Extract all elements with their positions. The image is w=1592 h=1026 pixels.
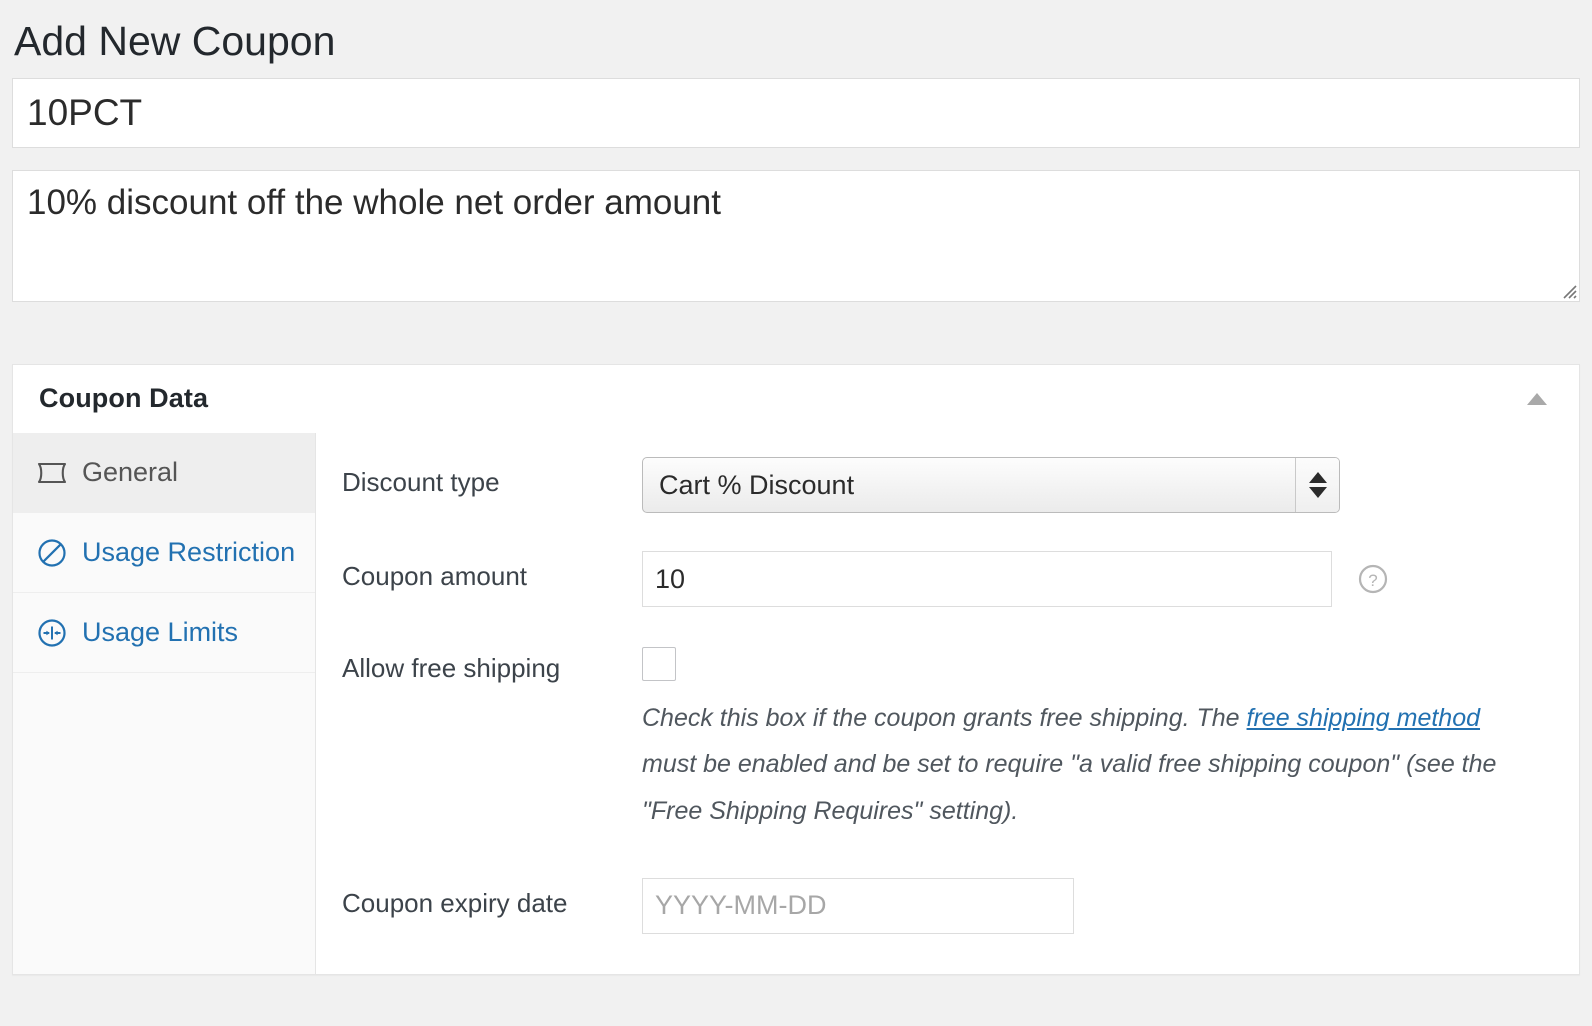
coupon-code-field-wrapper (12, 78, 1580, 149)
limit-arrows-icon (37, 618, 67, 648)
discount-type-control: Cart % Discount (642, 457, 1549, 514)
coupon-amount-label: Coupon amount (342, 561, 528, 592)
coupon-description-input[interactable]: 10% discount off the whole net order amo… (12, 170, 1580, 303)
ticket-icon (37, 458, 67, 488)
free-shipping-method-link[interactable]: free shipping method (1247, 704, 1480, 732)
tab-general-label: General (82, 457, 179, 488)
tab-general[interactable]: General (13, 433, 315, 514)
free-shipping-description-part1: Check this box if the coupon grants free… (642, 704, 1247, 733)
free-shipping-description-part2: must be enabled and be set to require "a… (642, 750, 1497, 825)
coupon-amount-input[interactable] (642, 551, 1332, 608)
free-shipping-description: Check this box if the coupon grants free… (642, 695, 1522, 834)
coupon-expiry-date-input[interactable] (642, 877, 1074, 934)
coupon-expiry-date-control (642, 877, 1549, 934)
coupon-data-title: Coupon Data (39, 383, 209, 414)
coupon-data-tabs: General Usage Restriction Usage Limits (13, 433, 316, 974)
tab-usage-restriction[interactable]: Usage Restriction (13, 513, 315, 594)
discount-type-row: Discount type Cart % Discount (342, 457, 1549, 514)
coupon-data-body: General Usage Restriction Usage Limits D… (13, 433, 1579, 974)
coupon-code-input[interactable] (12, 78, 1580, 149)
coupon-amount-row: Coupon amount ? (342, 551, 1549, 608)
triangle-up-icon[interactable] (1519, 381, 1555, 417)
discount-type-label: Discount type (342, 467, 500, 498)
coupon-expiry-date-row: Coupon expiry date (342, 877, 1549, 934)
allow-free-shipping-checkbox[interactable] (642, 647, 676, 682)
allow-free-shipping-row: Allow free shipping Check this box if th… (342, 643, 1549, 834)
add-new-coupon-page: Add New Coupon 10% discount off the whol… (0, 0, 1592, 1026)
tab-usage-limits-label: Usage Limits (82, 617, 239, 648)
allow-free-shipping-control: Check this box if the coupon grants free… (642, 643, 1549, 834)
allow-free-shipping-label: Allow free shipping (342, 653, 561, 684)
svg-text:?: ? (1368, 571, 1377, 590)
discount-type-select[interactable]: Cart % Discount (642, 457, 1340, 514)
tab-usage-restriction-label: Usage Restriction (82, 537, 296, 568)
page-title: Add New Coupon (14, 18, 336, 64)
coupon-amount-control: ? (642, 551, 1549, 608)
coupon-data-panel-header: Coupon Data (13, 365, 1579, 434)
tab-usage-limits[interactable]: Usage Limits (13, 593, 315, 674)
coupon-description-field-wrapper: 10% discount off the whole net order amo… (12, 170, 1580, 303)
coupon-data-panel: Coupon Data General Usage Restriction Us… (12, 364, 1580, 975)
general-panel-content: Discount type Cart % Discount Coupon amo… (316, 433, 1579, 974)
no-entry-icon (37, 538, 67, 568)
coupon-expiry-date-label: Coupon expiry date (342, 887, 568, 918)
question-mark-icon[interactable]: ? (1356, 562, 1390, 596)
